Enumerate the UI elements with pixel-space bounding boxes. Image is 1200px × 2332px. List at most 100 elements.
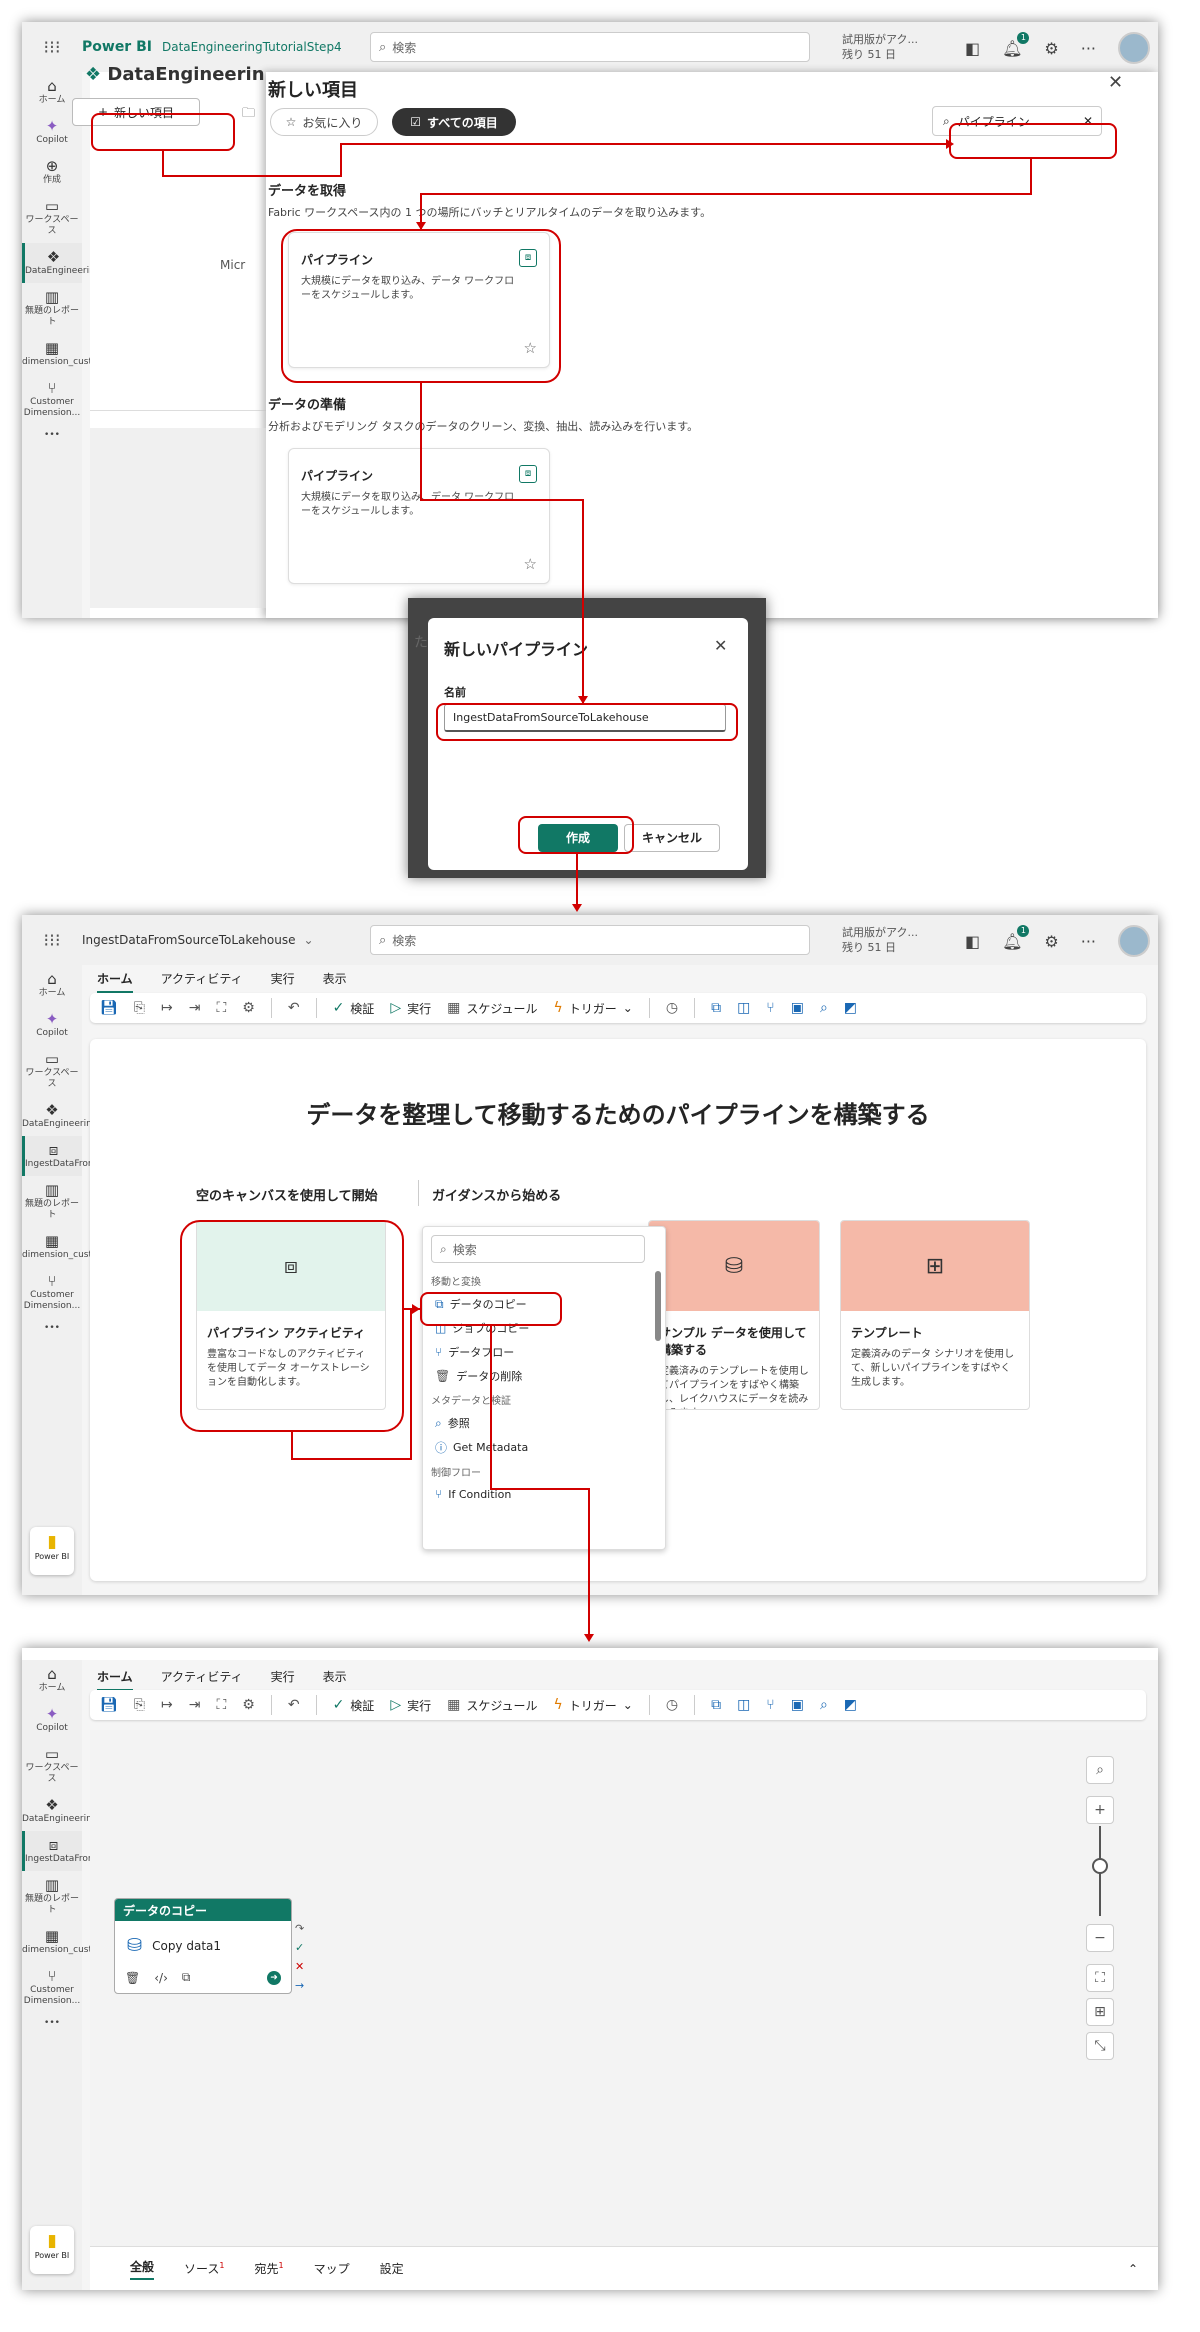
teams-icon[interactable]: ◩ <box>844 1697 857 1713</box>
favorites-filter[interactable]: ☆ お気に入り <box>270 108 378 136</box>
tab-run[interactable]: 実行 <box>271 970 295 993</box>
dataflow-icon[interactable]: ⑂ <box>766 1000 774 1016</box>
code-icon[interactable]: ‹/› <box>154 1971 168 1985</box>
sidebar-item-2[interactable]: ⊕ 作成 <box>22 152 82 192</box>
powerbi-switcher[interactable]: ▮ Power BI <box>30 2226 74 2274</box>
trash-icon[interactable]: 🗑︎ <box>125 1971 140 1985</box>
settings-icon[interactable]: ⚙ <box>242 1000 255 1016</box>
sidebar-item-6[interactable]: ▦ dimension_customer <box>22 334 116 374</box>
tab-home[interactable]: ホーム <box>97 1668 133 1691</box>
more-icon[interactable]: ••• <box>22 425 82 447</box>
collapse-icon[interactable]: ⤡ <box>1086 2032 1114 2060</box>
tab-run[interactable]: 実行 <box>271 1668 295 1691</box>
run-button[interactable]: ▷ 実行 <box>390 1000 431 1017</box>
bell-icon[interactable]: 🔔︎ 1 <box>1002 924 1030 951</box>
sidebar-item-7[interactable]: ⑂ Customer Dimension... <box>22 374 82 425</box>
copy-activity-icon[interactable]: ⧉ <box>711 1697 721 1713</box>
zoom-search-icon[interactable]: ⌕ <box>1086 1756 1114 1784</box>
more-icon[interactable]: ··· <box>1081 932 1096 951</box>
more-icon[interactable]: ••• <box>22 2013 82 2035</box>
sidebar-item-1[interactable]: ✦ Copilot <box>22 1700 82 1740</box>
star-icon[interactable]: ☆ <box>524 555 537 573</box>
fit-view-icon[interactable]: ⛶ <box>1086 1964 1114 1992</box>
save-icon[interactable]: 💾︎ <box>100 1697 118 1713</box>
history-icon[interactable]: ◷ <box>666 1000 678 1016</box>
arrow-right-icon[interactable]: ➜ <box>267 1970 281 1985</box>
tab-mapping[interactable]: マップ <box>314 2260 350 2277</box>
global-search[interactable]: ⌕ 検索 <box>370 32 810 62</box>
import-icon[interactable]: ↦ <box>161 1697 173 1713</box>
sidebar-item-2[interactable]: ▭ ワークスペース <box>22 1045 82 1096</box>
sidebar-item-4[interactable]: ⧈ IngestDataFromSourc... <box>22 1136 131 1176</box>
export-icon[interactable]: ⇥ <box>189 1697 201 1713</box>
sidebar-item-5[interactable]: ▥ 無題のレポート <box>22 283 82 334</box>
sidebar-item-7[interactable]: ⑂ Customer Dimension... <box>22 1962 82 2013</box>
trial-status[interactable]: 試用版がアク... 残り 51 日 <box>842 32 918 62</box>
zoom-out-icon[interactable]: − <box>1086 1924 1114 1952</box>
schedule-button[interactable]: ▦ スケジュール <box>447 1000 537 1017</box>
tab-settings[interactable]: 設定 <box>380 2260 404 2277</box>
close-icon[interactable]: ✕ <box>714 636 727 655</box>
pipeline-name[interactable]: IngestDataFromSourceToLakehouse <box>82 933 295 947</box>
trigger-button[interactable]: ϟ トリガー ⌄ <box>554 1000 633 1017</box>
panel-icon[interactable]: ◧ <box>965 39 980 58</box>
validate-button[interactable]: ✓ 検証 <box>333 1000 375 1017</box>
avatar[interactable] <box>1118 925 1150 957</box>
undo-icon[interactable]: ↶ <box>288 1000 300 1016</box>
copy-icon[interactable]: ⧉ <box>182 1970 191 1985</box>
copy-job-icon[interactable]: ◫ <box>737 1000 750 1016</box>
copy-data-activity-node[interactable]: データのコピー ⛁ Copy data1 🗑︎ ‹/› ⧉ ➜ <box>114 1898 292 1994</box>
settings-icon[interactable]: ⚙ <box>242 1697 255 1713</box>
activity-search[interactable]: ⌕ 検索 <box>431 1235 645 1263</box>
notebook-icon[interactable]: ▣ <box>791 1000 804 1016</box>
tab-home[interactable]: ホーム <box>97 970 133 993</box>
auto-layout-icon[interactable]: ⛶ <box>216 1697 226 1713</box>
auto-align-icon[interactable]: ⊞ <box>1086 1998 1114 2026</box>
sidebar-item-6[interactable]: ▦ dimension_customer <box>22 1922 116 1962</box>
activity-lookup[interactable]: ⌕ 参照 <box>423 1411 665 1435</box>
app-launcher-icon[interactable]: ⁝⁝⁝ <box>22 930 82 951</box>
panel-icon[interactable]: ◧ <box>965 932 980 951</box>
tab-view[interactable]: 表示 <box>323 970 347 993</box>
sidebar-item-6[interactable]: ▦ dimension_customer <box>22 1227 116 1267</box>
global-search[interactable]: ⌕ 検索 <box>370 925 810 955</box>
tab-activities[interactable]: アクティビティ <box>161 1668 243 1691</box>
sidebar-item-5[interactable]: ▥ 無題のレポート <box>22 1176 82 1227</box>
more-icon[interactable]: ··· <box>1081 39 1096 58</box>
tab-view[interactable]: 表示 <box>323 1668 347 1691</box>
pipeline-card-prepare[interactable]: パイプライン ⧈ 大規模にデータを取り込み、データ ワークフローをスケジュールし… <box>288 448 550 584</box>
folder-icon[interactable]: 🗀︎ <box>242 104 255 126</box>
saveas-icon[interactable]: ⎘ <box>134 1000 145 1016</box>
export-icon[interactable]: ⇥ <box>189 1000 201 1016</box>
sidebar-item-2[interactable]: ▭ ワークスペース <box>22 1740 82 1791</box>
gear-icon[interactable]: ⚙ <box>1044 932 1058 951</box>
all-items-filter[interactable]: ☑ すべての項目 <box>392 108 516 136</box>
teams-icon[interactable]: ◩ <box>844 1000 857 1016</box>
dataflow-icon[interactable]: ⑂ <box>766 1697 774 1713</box>
chevron-up-icon[interactable]: ⌃ <box>1128 2262 1138 2276</box>
cancel-button[interactable]: キャンセル <box>624 824 720 852</box>
zoom-slider-thumb[interactable] <box>1092 1858 1108 1874</box>
template-card[interactable]: ⊞ テンプレート 定義済みのデータ シナリオを使用して、新しいパイプラインをすば… <box>840 1220 1030 1410</box>
trigger-button[interactable]: ϟ トリガー ⌄ <box>554 1697 633 1714</box>
tab-activities[interactable]: アクティビティ <box>161 970 243 993</box>
schedule-button[interactable]: ▦ スケジュール <box>447 1697 537 1714</box>
sidebar-item-0[interactable]: ⌂ ホーム <box>22 965 82 1005</box>
undo-icon[interactable]: ↶ <box>288 1697 300 1713</box>
sidebar-item-3[interactable]: ▭ ワークスペース <box>22 192 82 243</box>
validate-button[interactable]: ✓ 検証 <box>333 1697 375 1714</box>
activity-get-metadata[interactable]: ⓘ Get Metadata <box>423 1435 665 1460</box>
lookup-icon[interactable]: ⌕ <box>820 1697 828 1713</box>
run-button[interactable]: ▷ 実行 <box>390 1697 431 1714</box>
scrollbar[interactable] <box>655 1271 661 1341</box>
trial-status[interactable]: 試用版がアク... 残り 51 日 <box>842 925 918 955</box>
gear-icon[interactable]: ⚙ <box>1044 39 1058 58</box>
app-launcher-icon[interactable]: ⁝⁝⁝ <box>22 37 82 58</box>
sidebar-item-4[interactable]: ❖ DataEngineeringTutor... <box>22 243 131 283</box>
powerbi-switcher[interactable]: ▮ Power BI <box>30 1527 74 1575</box>
sidebar-item-3[interactable]: ❖ DataEngineeringTutoria... <box>22 1791 137 1831</box>
activity-if[interactable]: ⑂ If Condition <box>423 1483 665 1505</box>
sidebar-item-7[interactable]: ⑂ Customer Dimension... <box>22 1267 82 1318</box>
bell-icon[interactable]: 🔔︎ 1 <box>1002 31 1030 58</box>
fail-port-icon[interactable]: ✕ <box>295 1960 304 1973</box>
